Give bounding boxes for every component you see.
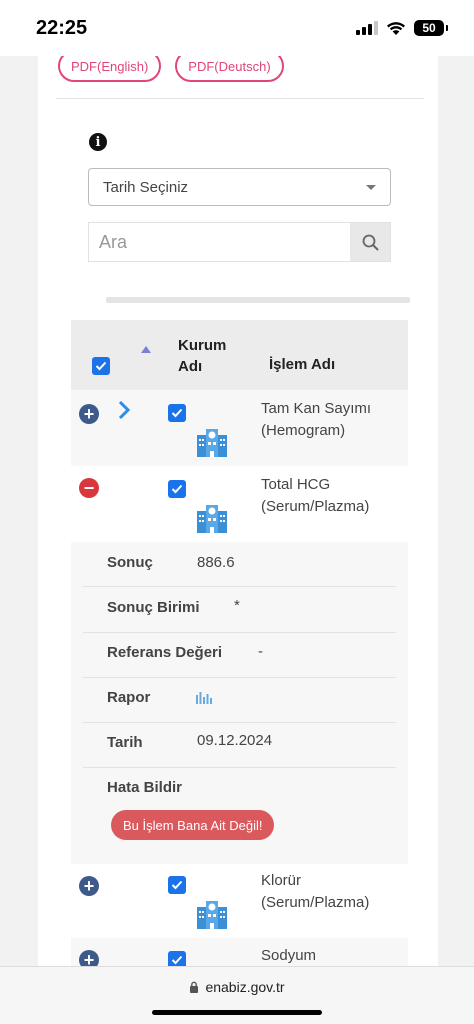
home-indicator[interactable] xyxy=(152,1010,322,1015)
detail-label-sonuc: Sonuç xyxy=(107,554,153,571)
url-display[interactable]: enabiz.gov.tr xyxy=(0,979,474,995)
detail-value-birim: * xyxy=(234,597,240,614)
detail-value-referans: - xyxy=(258,643,263,660)
search-icon xyxy=(362,234,378,250)
detail-value-tarih: 09.12.2024 xyxy=(197,732,273,749)
detail-label-hata: Hata Bildir xyxy=(107,779,183,796)
row-name: Sodyum xyxy=(261,947,317,964)
divider xyxy=(83,767,396,768)
expand-row-button[interactable]: + xyxy=(79,404,99,424)
table-row: + Sodyum xyxy=(71,938,408,966)
search-input[interactable] xyxy=(89,223,350,261)
pdf-deutsch-button[interactable]: PDF(Deutsch) xyxy=(175,56,284,82)
battery-icon: 50 xyxy=(414,20,448,36)
detail-value-sonuc: 886.6 xyxy=(197,554,235,571)
status-time: 22:25 xyxy=(36,16,88,39)
browser-url-bar[interactable]: enabiz.gov.tr xyxy=(0,966,474,1024)
divider xyxy=(83,722,396,723)
select-all-checkbox[interactable] xyxy=(92,357,110,375)
hospital-icon xyxy=(197,505,227,533)
results-card: PDF(English) PDF(Deutsch) i Tarih Seçini… xyxy=(38,56,438,966)
caret-down-icon xyxy=(366,185,376,190)
not-mine-report-button[interactable]: Bu İşlem Bana Ait Değil! xyxy=(111,810,275,840)
row-checkbox[interactable] xyxy=(168,404,186,422)
column-header-islem[interactable]: İşlem Adı xyxy=(269,356,335,373)
table-row: − Total HCG (Serum/Plazma) xyxy=(71,466,408,542)
collapse-row-button[interactable]: − xyxy=(79,478,99,498)
hospital-icon xyxy=(197,429,227,457)
divider xyxy=(56,98,424,99)
row-name: Klorür (Serum/Plazma) xyxy=(261,872,370,911)
detail-label-birim: Sonuç Birimi xyxy=(107,599,200,616)
divider xyxy=(83,677,396,678)
date-select[interactable]: Tarih Seçiniz xyxy=(88,168,391,206)
table-row: + Tam Kan Sayımı (Hemogram) xyxy=(71,390,408,466)
row-name: Total HCG (Serum/Plazma) xyxy=(261,476,370,515)
row-name: Tam Kan Sayımı (Hemogram) xyxy=(261,400,372,439)
bar-chart-icon[interactable] xyxy=(196,690,212,704)
url-text: enabiz.gov.tr xyxy=(205,979,285,995)
row-checkbox[interactable] xyxy=(168,876,186,894)
hospital-icon xyxy=(197,901,227,929)
detail-label-rapor: Rapor xyxy=(107,689,151,706)
info-icon[interactable]: i xyxy=(89,133,107,151)
status-icons: 50 xyxy=(356,20,448,36)
table-row: + Klorür (Serum/Plazma) xyxy=(71,864,408,938)
divider xyxy=(83,632,396,633)
detail-label-referans: Referans Değeri xyxy=(107,644,223,661)
chevron-right-icon[interactable] xyxy=(117,400,131,420)
battery-level: 50 xyxy=(422,21,436,35)
expand-row-button[interactable]: + xyxy=(79,876,99,896)
search-button[interactable] xyxy=(350,223,390,261)
status-bar: 22:25 50 xyxy=(0,0,474,56)
search-group xyxy=(88,222,391,262)
sort-ascending-icon[interactable] xyxy=(141,346,151,353)
lock-icon xyxy=(190,981,199,993)
wifi-icon xyxy=(387,21,405,35)
horizontal-scrollbar[interactable] xyxy=(106,297,410,303)
column-header-kurum[interactable]: Kurum Adı xyxy=(178,335,248,377)
signal-icon xyxy=(356,21,378,35)
divider xyxy=(83,586,396,587)
detail-label-tarih: Tarih xyxy=(107,734,143,751)
table-header: Kurum Adı İşlem Adı xyxy=(71,320,408,390)
date-select-value: Tarih Seçiniz xyxy=(103,178,189,196)
row-checkbox[interactable] xyxy=(168,951,186,966)
expand-row-button[interactable]: + xyxy=(79,950,99,966)
row-details: Sonuç 886.6 Sonuç Birimi * Referans Değe… xyxy=(71,542,408,864)
pdf-english-button[interactable]: PDF(English) xyxy=(58,56,162,82)
row-checkbox[interactable] xyxy=(168,480,186,498)
pdf-buttons: PDF(English) PDF(Deutsch) xyxy=(58,56,284,82)
